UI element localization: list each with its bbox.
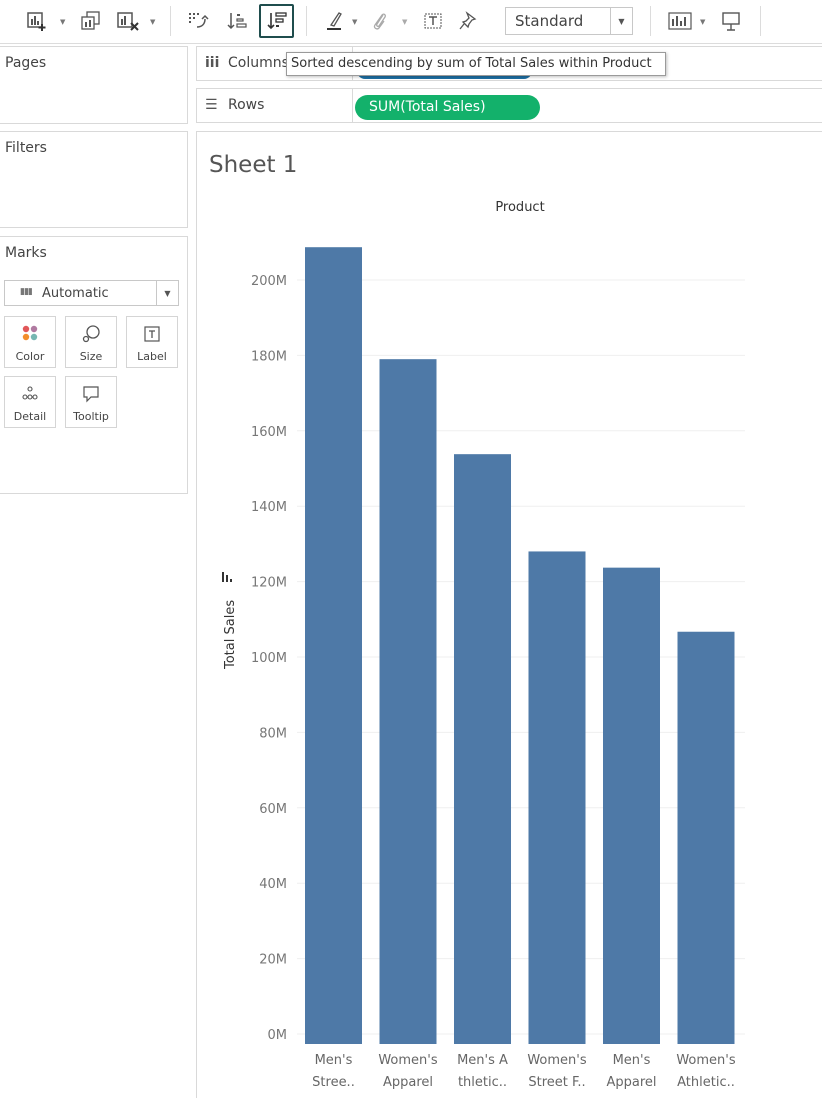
filters-title: Filters (5, 140, 47, 156)
x-tick-label[interactable]: Women's (378, 1053, 438, 1068)
rows-icon: ☰ (205, 97, 218, 113)
bar-chart-icon: ▮▮▮ (20, 287, 33, 297)
y-tick-label: 80M (259, 726, 287, 741)
marks-title: Marks (5, 245, 47, 261)
x-tick-label[interactable]: Street F.. (528, 1075, 585, 1090)
toolbar-separator (306, 6, 307, 36)
y-tick-label: 60M (259, 802, 287, 817)
detail-icon (5, 384, 55, 404)
columns-icon: iii (205, 55, 220, 71)
sort-icon-bar (226, 575, 228, 582)
color-label: Color (15, 350, 45, 363)
bar[interactable] (528, 551, 586, 1044)
swap-axes-icon[interactable] (186, 7, 210, 35)
color-button[interactable]: Color (4, 316, 56, 368)
highlight-icon[interactable] (322, 7, 346, 35)
duplicate-icon[interactable] (78, 7, 104, 35)
x-tick-label[interactable]: Men's (315, 1053, 353, 1068)
chevron-down-icon[interactable]: ▼ (150, 18, 155, 26)
bars (305, 247, 735, 1044)
chevron-down-icon[interactable]: ▼ (352, 18, 357, 26)
columns-label: Columns (228, 55, 289, 71)
y-tick-label: 140M (251, 500, 287, 515)
bar[interactable] (603, 567, 660, 1044)
chevron-down-icon[interactable]: ▼ (700, 18, 705, 26)
sheet-view: Sheet 1 Product 0M 20M 40M 60M 80M 100M 120M 14… (196, 131, 822, 1098)
tooltip-label: Tooltip (73, 410, 109, 423)
y-tick-label: 20M (259, 953, 287, 968)
label-button[interactable]: Label (126, 316, 178, 368)
tooltip-icon (66, 384, 116, 404)
y-tick-label: 120M (251, 576, 287, 591)
bar-chart: Product 0M 20M 40M 60M 80M 100M 120M 140M 160M 18… (222, 200, 745, 1090)
detail-label: Detail (13, 410, 47, 423)
chevron-down-icon[interactable]: ▼ (156, 281, 178, 305)
clear-sheet-icon[interactable] (114, 7, 144, 35)
sort-descending-icon[interactable] (259, 4, 294, 38)
show-me-icon[interactable] (666, 7, 694, 35)
x-tick-label[interactable]: Athletic.. (677, 1075, 735, 1090)
bar[interactable] (305, 247, 362, 1044)
bar[interactable] (677, 631, 735, 1044)
sort-ascending-icon[interactable] (224, 7, 250, 35)
sort-icon-bar (230, 579, 232, 582)
y-tick-label: 0M (268, 1028, 288, 1043)
y-tick-label: 40M (259, 877, 287, 892)
y-tick-label: 160M (251, 425, 287, 440)
rows-label: Rows (228, 97, 265, 113)
size-label: Size (79, 350, 103, 363)
shelf-divider (352, 89, 353, 122)
detail-button[interactable]: Detail (4, 376, 56, 428)
pages-panel[interactable]: Pages (0, 46, 188, 124)
sort-icon-bar (222, 572, 224, 582)
chevron-down-icon[interactable]: ▼ (60, 18, 65, 26)
toolbar: ▼ ▼ ▼ ▼ Standard ▼ ▼ (0, 0, 822, 44)
rows-shelf[interactable]: ☰ Rows SUM(Total Sales) (196, 88, 822, 123)
y-tick-label: 180M (251, 349, 287, 364)
x-tick-label[interactable]: Apparel (383, 1075, 433, 1090)
y-axis[interactable]: 0M 20M 40M 60M 80M 100M 120M 140M 160M 180M 200M (251, 274, 287, 1043)
filters-panel[interactable]: Filters (0, 131, 188, 228)
color-icon (5, 324, 55, 344)
size-button[interactable]: Size (65, 316, 117, 368)
y-axis-title[interactable]: Total Sales (222, 572, 238, 670)
toolbar-separator (760, 6, 761, 36)
fix-axes-icon[interactable] (457, 7, 481, 35)
sort-tooltip: Sorted descending by sum of Total Sales … (286, 52, 666, 76)
toolbar-separator (170, 6, 171, 36)
new-worksheet-icon[interactable] (24, 7, 50, 35)
x-tick-label[interactable]: Women's (676, 1053, 736, 1068)
chart-header-product[interactable]: Product (495, 200, 544, 215)
x-tick-label[interactable]: Men's (613, 1053, 651, 1068)
mark-type-select[interactable]: ▮▮▮ Automatic ▼ (4, 280, 179, 306)
x-tick-label[interactable]: Women's (527, 1053, 587, 1068)
x-tick-label[interactable]: thletic.. (458, 1075, 507, 1090)
toolbar-separator (650, 6, 651, 36)
y-axis-label[interactable]: Total Sales (223, 600, 238, 670)
sort-icon[interactable] (222, 572, 232, 582)
marks-panel: Marks ▮▮▮ Automatic ▼ Color Size Label D… (0, 236, 188, 494)
bar[interactable] (454, 454, 511, 1044)
x-axis[interactable]: Men'sStree..Women'sApparelMen's Athletic… (312, 1053, 736, 1090)
group-icon[interactable] (368, 7, 392, 35)
fit-select-value: Standard (515, 12, 584, 30)
fit-select[interactable]: Standard ▼ (505, 7, 633, 35)
y-tick-label: 100M (251, 651, 287, 666)
x-tick-label[interactable]: Men's A (457, 1053, 508, 1068)
size-icon (66, 324, 116, 344)
x-tick-label[interactable]: Stree.. (312, 1075, 355, 1090)
rows-pill[interactable]: SUM(Total Sales) (355, 95, 540, 120)
chevron-down-icon[interactable]: ▼ (402, 18, 407, 26)
pages-title: Pages (5, 55, 47, 71)
chevron-down-icon[interactable]: ▼ (610, 8, 632, 34)
tooltip-button[interactable]: Tooltip (65, 376, 117, 428)
show-labels-icon[interactable] (421, 7, 445, 35)
label-label: Label (137, 350, 167, 363)
x-tick-label[interactable]: Apparel (606, 1075, 656, 1090)
bar[interactable] (379, 359, 437, 1044)
presentation-icon[interactable] (718, 7, 744, 35)
mark-type-value: Automatic (42, 286, 109, 301)
y-tick-label: 200M (251, 274, 287, 289)
label-icon (127, 324, 177, 344)
